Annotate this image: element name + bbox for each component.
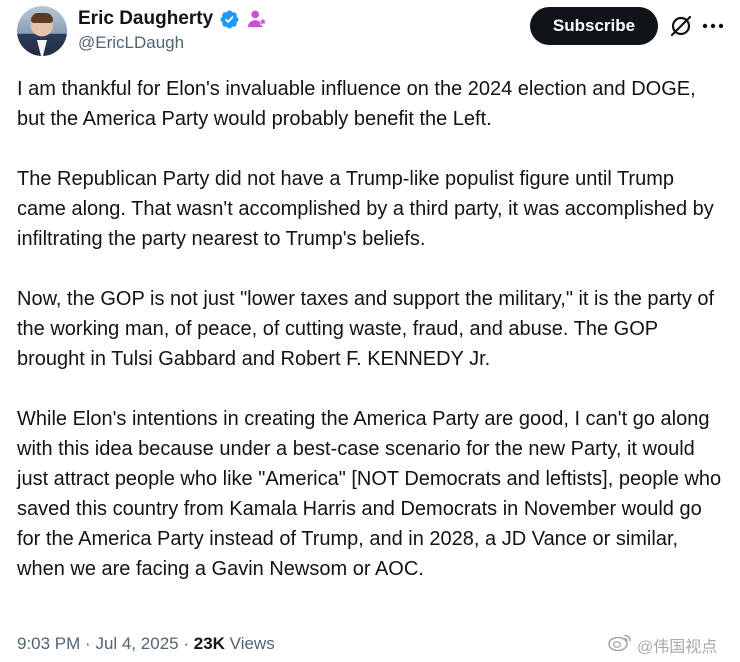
more-icon[interactable] bbox=[700, 13, 726, 39]
weibo-icon bbox=[607, 632, 633, 657]
tweet-header: Eric Daugherty @EricLDaugh Subscribe bbox=[0, 0, 740, 70]
tweet-date[interactable]: Jul 4, 2025 bbox=[95, 634, 178, 653]
grok-icon[interactable] bbox=[668, 13, 694, 39]
tweet-text: I am thankful for Elon's invaluable infl… bbox=[17, 74, 727, 614]
meta-separator: · bbox=[85, 634, 96, 653]
avatar-hair bbox=[31, 13, 53, 23]
affiliation-badge-icon[interactable] bbox=[246, 9, 268, 29]
watermark: @伟国视点 bbox=[607, 632, 717, 657]
verified-badge-icon[interactable] bbox=[219, 9, 240, 30]
author-name-row: Eric Daugherty bbox=[78, 6, 268, 32]
subscribe-button[interactable]: Subscribe bbox=[530, 7, 658, 45]
tweet-paragraph: Now, the GOP is not just "lower taxes an… bbox=[17, 288, 715, 370]
author-handle[interactable]: @EricLDaugh bbox=[78, 33, 184, 53]
tweet-paragraph: I am thankful for Elon's invaluable infl… bbox=[17, 78, 696, 130]
tweet-paragraph: While Elon's intentions in creating the … bbox=[17, 408, 722, 580]
avatar-shirt bbox=[37, 40, 47, 56]
avatar[interactable] bbox=[17, 6, 67, 56]
tweet-meta: 9:03 PM · Jul 4, 2025 · 23K Views bbox=[17, 634, 275, 654]
watermark-text: @伟国视点 bbox=[637, 638, 718, 656]
meta-separator: · bbox=[183, 634, 194, 653]
tweet-time[interactable]: 9:03 PM bbox=[17, 634, 80, 653]
views-count[interactable]: 23K bbox=[194, 634, 225, 653]
tweet-paragraph: The Republican Party did not have a Trum… bbox=[17, 168, 714, 250]
author-name[interactable]: Eric Daugherty bbox=[78, 7, 213, 31]
views-label: Views bbox=[229, 634, 275, 653]
